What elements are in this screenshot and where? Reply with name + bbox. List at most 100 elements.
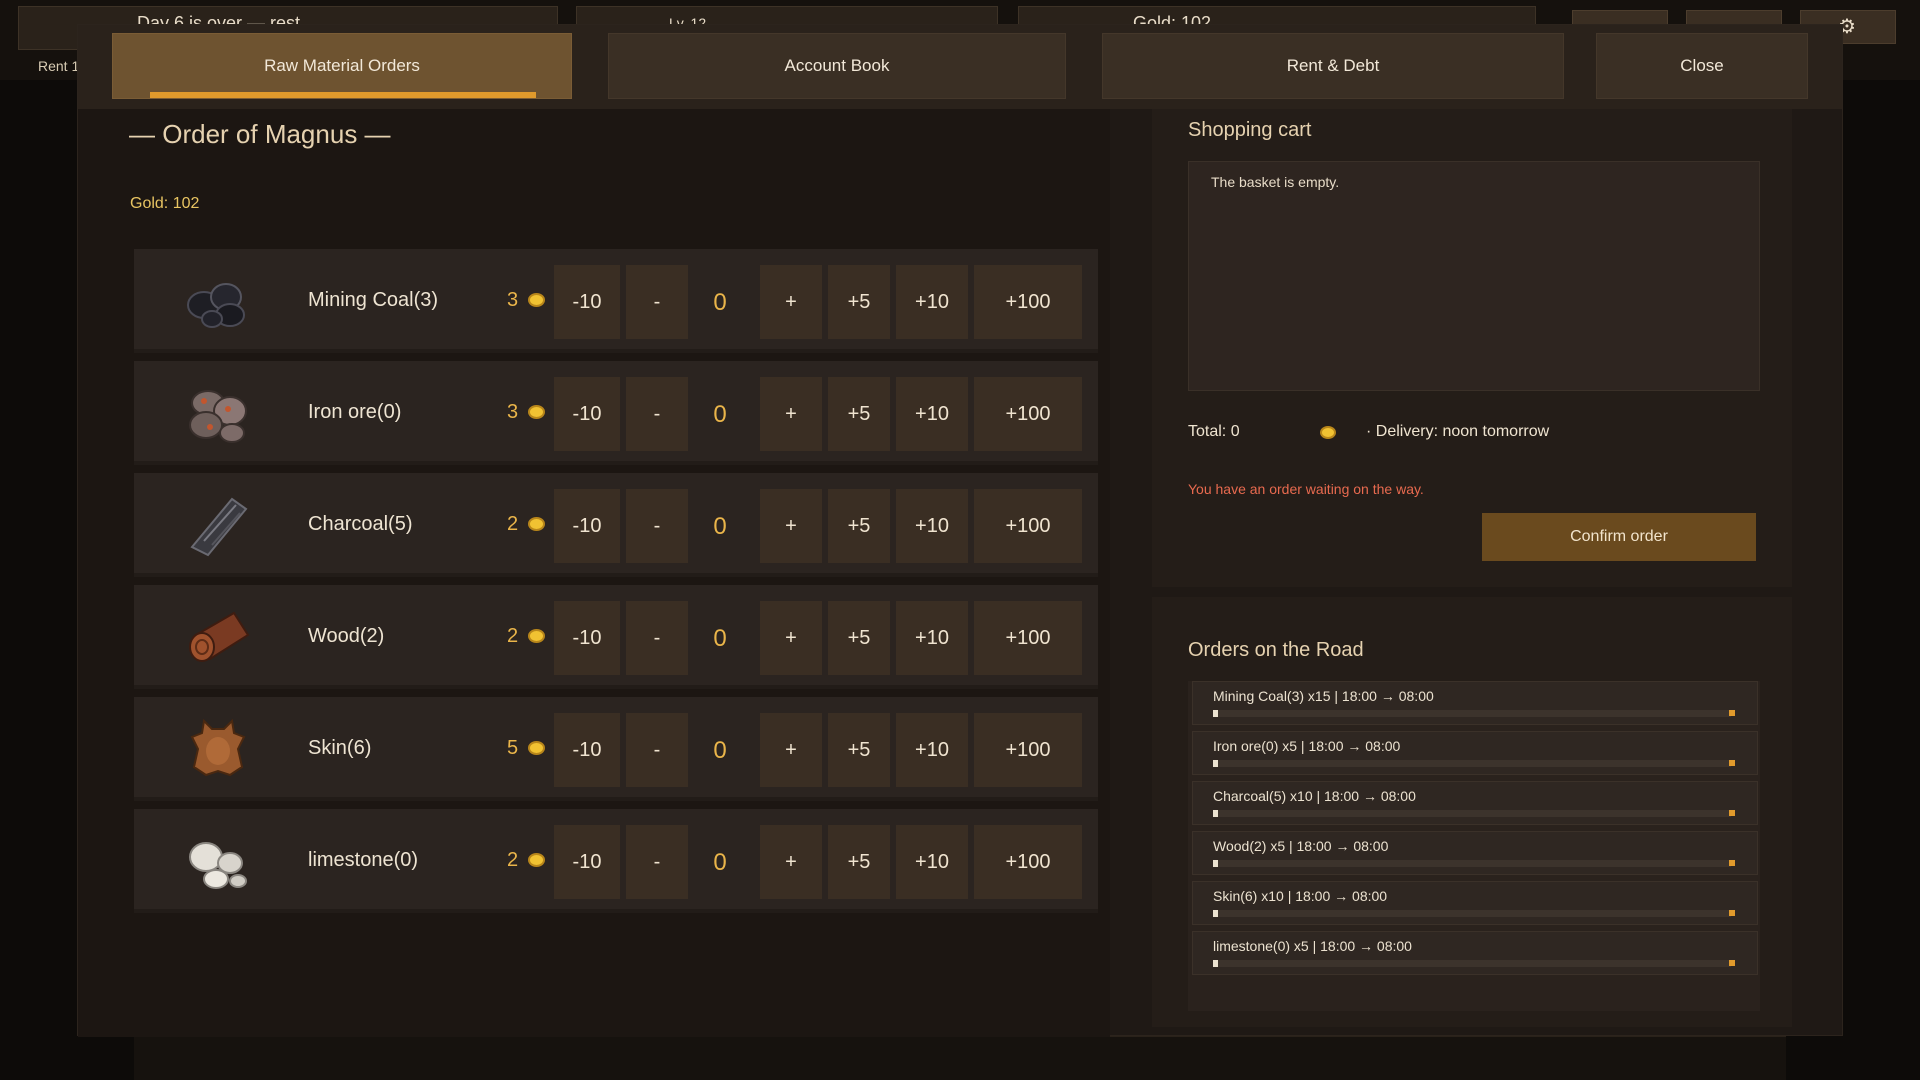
shopping-cart-panel: Shopping cart The basket is empty. Total… — [1152, 109, 1792, 587]
destination-marker — [1729, 760, 1735, 766]
progress-fill — [1213, 710, 1219, 717]
orders-modal: Raw Material Orders Account Book Rent & … — [77, 24, 1843, 1037]
plus-100-button[interactable]: +100 — [974, 713, 1082, 787]
plus-100-button[interactable]: +100 — [974, 489, 1082, 563]
minus-button[interactable]: - — [626, 825, 688, 899]
item-name: Iron ore(0) — [308, 401, 402, 423]
progress-fill — [1213, 910, 1219, 917]
plus-5-button[interactable]: +5 — [828, 265, 890, 339]
progress-fill — [1213, 810, 1219, 817]
tab-raw-material-orders[interactable]: Raw Material Orders — [112, 33, 572, 99]
item-name: Wood(2) — [308, 625, 385, 647]
minus-button[interactable]: - — [626, 489, 688, 563]
tab-label: Rent & Debt — [1286, 56, 1380, 75]
destination-marker — [1729, 860, 1735, 866]
coin-icon — [528, 853, 545, 867]
delivery-progress-bar — [1213, 910, 1731, 917]
progress-fill — [1213, 860, 1219, 867]
progress-fill — [1213, 760, 1219, 767]
close-label: Close — [1680, 56, 1724, 75]
plus-5-button[interactable]: +5 — [828, 825, 890, 899]
plus-button[interactable]: + — [760, 265, 822, 339]
minus-10-button[interactable]: -10 — [554, 377, 620, 451]
road-title: Orders on the Road — [1188, 639, 1364, 661]
road-order-list: Mining Coal(3) x15 | 18:00 → 08:00 Iron … — [1188, 681, 1760, 1011]
plus-button[interactable]: + — [760, 825, 822, 899]
plus-100-button[interactable]: +100 — [974, 601, 1082, 675]
coin-icon — [528, 629, 545, 643]
tab-label: Account Book — [784, 56, 890, 75]
delivery-progress-bar — [1213, 810, 1731, 817]
item-price: 2 — [507, 849, 519, 871]
cart-empty-text: The basket is empty. — [1211, 174, 1340, 190]
plus-button[interactable]: + — [760, 601, 822, 675]
road-order-item: limestone(0) x5 | 18:00 → 08:00 — [1192, 931, 1758, 975]
minus-10-button[interactable]: -10 — [554, 713, 620, 787]
plus-100-button[interactable]: +100 — [974, 377, 1082, 451]
item-price: 5 — [507, 737, 519, 759]
delivery-info: · Delivery: noon tomorrow — [1366, 423, 1550, 440]
plus-10-button[interactable]: +10 — [896, 489, 968, 563]
tab-account-book[interactable]: Account Book — [608, 33, 1066, 99]
material-row: Skin(6) 5 -10 - 0 + +5 +10 +100 — [134, 697, 1098, 801]
plus-100-button[interactable]: +100 — [974, 265, 1082, 339]
plus-button[interactable]: + — [760, 377, 822, 451]
plus-100-button[interactable]: +100 — [974, 825, 1082, 899]
tab-rent-debt[interactable]: Rent & Debt — [1102, 33, 1564, 99]
coin-icon — [1320, 426, 1336, 439]
tab-label: Raw Material Orders — [264, 56, 420, 75]
road-order-item: Mining Coal(3) x15 | 18:00 → 08:00 — [1192, 681, 1758, 725]
confirm-order-button[interactable]: Confirm order — [1482, 513, 1756, 561]
charcoal-icon — [190, 497, 248, 557]
item-price: 3 — [507, 289, 519, 311]
order-gold: Gold: 102 — [130, 195, 200, 212]
plus-10-button[interactable]: +10 — [896, 601, 968, 675]
plus-10-button[interactable]: +10 — [896, 713, 968, 787]
animal-skin-icon — [190, 718, 246, 777]
bottom-bar — [134, 1036, 1786, 1080]
plus-5-button[interactable]: +5 — [828, 713, 890, 787]
item-name: Mining Coal(3) — [308, 289, 439, 311]
delivery-progress-bar — [1213, 760, 1731, 767]
material-list: Mining Coal(3) 3 -10 - 0 + +5 +10 +100 I… — [134, 249, 1098, 921]
order-panel: — Order of Magnus — Gold: 102 Mining Coa… — [78, 109, 1110, 1037]
tab-bar: Raw Material Orders Account Book Rent & … — [78, 25, 1842, 109]
quantity-value: 0 — [713, 401, 727, 428]
quantity-value: 0 — [713, 737, 727, 764]
close-button[interactable]: Close — [1596, 33, 1808, 99]
road-order-item: Skin(6) x10 | 18:00 → 08:00 — [1192, 881, 1758, 925]
minus-button[interactable]: - — [626, 377, 688, 451]
plus-button[interactable]: + — [760, 489, 822, 563]
plus-5-button[interactable]: +5 — [828, 489, 890, 563]
destination-marker — [1729, 810, 1735, 816]
plus-10-button[interactable]: +10 — [896, 825, 968, 899]
plus-10-button[interactable]: +10 — [896, 377, 968, 451]
delivery-progress-bar — [1213, 710, 1731, 717]
plus-5-button[interactable]: +5 — [828, 601, 890, 675]
minus-10-button[interactable]: -10 — [554, 601, 620, 675]
delivery-progress-bar — [1213, 860, 1731, 867]
wood-log-icon — [189, 611, 250, 662]
coin-icon — [528, 293, 545, 307]
cart-total: Total: 0 — [1188, 423, 1240, 440]
minus-10-button[interactable]: -10 — [554, 265, 620, 339]
quantity-value: 0 — [713, 625, 727, 652]
road-order-label: Charcoal(5) x10 | 18:00 → 08:00 — [1213, 788, 1416, 804]
plus-button[interactable]: + — [760, 713, 822, 787]
minus-10-button[interactable]: -10 — [554, 489, 620, 563]
minus-10-button[interactable]: -10 — [554, 825, 620, 899]
plus-10-button[interactable]: +10 — [896, 265, 968, 339]
material-row: Wood(2) 2 -10 - 0 + +5 +10 +100 — [134, 585, 1098, 689]
road-order-item: Charcoal(5) x10 | 18:00 → 08:00 — [1192, 781, 1758, 825]
road-order-item: Wood(2) x5 | 18:00 → 08:00 — [1192, 831, 1758, 875]
item-price: 2 — [507, 513, 519, 535]
limestone-icon — [189, 842, 247, 889]
minus-button[interactable]: - — [626, 265, 688, 339]
coin-icon — [528, 741, 545, 755]
road-order-item: Iron ore(0) x5 | 18:00 → 08:00 — [1192, 731, 1758, 775]
plus-5-button[interactable]: +5 — [828, 377, 890, 451]
minus-button[interactable]: - — [626, 601, 688, 675]
road-order-label: Iron ore(0) x5 | 18:00 → 08:00 — [1213, 738, 1401, 754]
minus-button[interactable]: - — [626, 713, 688, 787]
pending-order-warning: You have an order waiting on the way. — [1188, 481, 1424, 497]
